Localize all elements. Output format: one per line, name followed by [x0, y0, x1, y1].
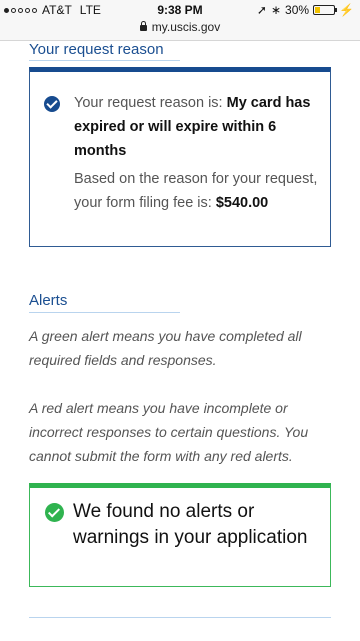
url-text: my.uscis.gov: [151, 20, 221, 34]
battery-fill: [315, 7, 321, 13]
charging-icon: ⚡: [339, 3, 354, 17]
status-bar: AT&T LTE 9:38 PM ➚ ∗ 30% ⚡: [0, 0, 360, 20]
battery-icon: [313, 5, 338, 15]
battery-percent: 30%: [285, 3, 310, 17]
reason-label: Your request reason is:: [74, 95, 227, 111]
alerts-heading: Alerts: [29, 292, 68, 309]
alerts-heading-divider: [29, 312, 180, 313]
request-reason-text: Your request reason is: My card has expi…: [74, 91, 324, 163]
green-alert-note: A green alert means you have completed a…: [29, 328, 302, 368]
heading-divider: [29, 60, 180, 61]
check-circle-icon: [45, 503, 64, 522]
section-divider: [29, 617, 331, 618]
check-circle-icon: [44, 96, 60, 112]
filing-fee-text: Based on the reason for your request, yo…: [74, 167, 324, 215]
fee-label: Based on the reason for your request, yo…: [74, 171, 318, 211]
lock-icon: [139, 21, 147, 31]
no-alerts-card: We found no alerts or warnings in your a…: [29, 483, 331, 587]
no-alerts-message: We found no alerts or warnings in your a…: [73, 501, 308, 548]
fee-value: $540.00: [215, 195, 269, 211]
red-alert-note: A red alert means you have incomplete or…: [29, 400, 309, 464]
request-reason-card: Your request reason is: My card has expi…: [29, 67, 331, 247]
location-arrow-icon: ➚: [256, 3, 267, 17]
address-bar[interactable]: my.uscis.gov: [0, 20, 360, 41]
bluetooth-icon: ∗: [270, 3, 282, 17]
request-reason-heading: Your request reason: [29, 41, 164, 58]
status-right: ➚ ∗ 30% ⚡: [257, 3, 354, 17]
